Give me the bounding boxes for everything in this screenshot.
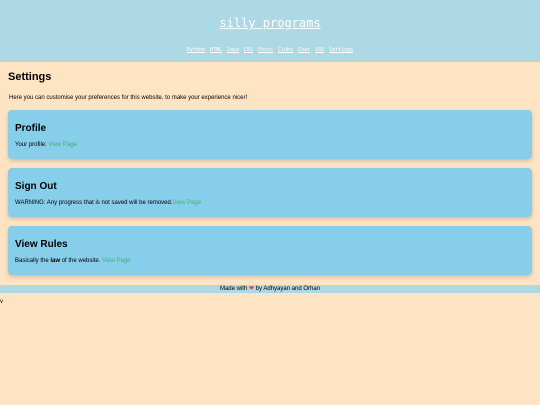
page-title: Settings bbox=[8, 71, 52, 83]
sign-out-card-title: Sign Out bbox=[15, 181, 57, 192]
view-rules-card-title: View Rules bbox=[15, 239, 68, 250]
sign-out-view-page-link[interactable]: View Page bbox=[173, 200, 202, 206]
profile-card-label: Your profile: bbox=[15, 142, 49, 148]
profile-card-title: Profile bbox=[15, 123, 47, 134]
nav-link-python[interactable]: Python bbox=[187, 47, 205, 53]
view-rules-card: View Rules Basically the law of the webs… bbox=[8, 226, 532, 275]
rules-view-page-link[interactable]: View Page bbox=[102, 258, 131, 264]
site-footer: Made with ❤ by Adhyayan and Orhan bbox=[0, 285, 540, 293]
nav-link-chat[interactable]: Chat bbox=[298, 47, 310, 53]
intro-text: Here you can customise your preferences … bbox=[9, 95, 248, 101]
nav-link-html[interactable]: HTML bbox=[210, 47, 222, 53]
nav-link-sso[interactable]: SSO bbox=[315, 47, 324, 53]
rules-text-after: of the website. bbox=[60, 258, 103, 264]
settings-main: Settings Here you can customise your pre… bbox=[0, 62, 540, 275]
sign-out-warning: WARNING: Any progress that is not saved … bbox=[15, 200, 173, 206]
sign-out-card: Sign Out WARNING: Any progress that is n… bbox=[8, 168, 532, 217]
top-navigation: Python HTML Java CSS Posts Clubs Chat SS… bbox=[0, 47, 540, 53]
profile-card: Profile Your profile: View Page bbox=[8, 110, 532, 159]
footer-suffix: by Adhyayan and Orhan bbox=[254, 286, 321, 292]
nav-link-posts[interactable]: Posts bbox=[258, 47, 273, 53]
footer-prefix: Made with bbox=[219, 286, 249, 292]
stray-text: v bbox=[0, 299, 3, 305]
nav-link-clubs[interactable]: Clubs bbox=[278, 47, 293, 53]
sign-out-card-text: WARNING: Any progress that is not saved … bbox=[15, 200, 201, 206]
profile-card-text: Your profile: View Page bbox=[15, 142, 77, 148]
nav-link-css[interactable]: CSS bbox=[244, 47, 253, 53]
nav-link-settings[interactable]: Settings bbox=[329, 47, 353, 53]
profile-view-page-link[interactable]: View Page bbox=[48, 142, 77, 148]
rules-text-bold: law bbox=[50, 258, 61, 264]
site-title-link[interactable]: silly programs bbox=[0, 16, 540, 30]
nav-link-java[interactable]: Java bbox=[227, 47, 239, 53]
view-rules-card-text: Basically the law of the website. View P… bbox=[15, 258, 131, 264]
rules-text-before: Basically the bbox=[15, 258, 51, 264]
site-header: silly programs Python HTML Java CSS Post… bbox=[0, 0, 540, 62]
